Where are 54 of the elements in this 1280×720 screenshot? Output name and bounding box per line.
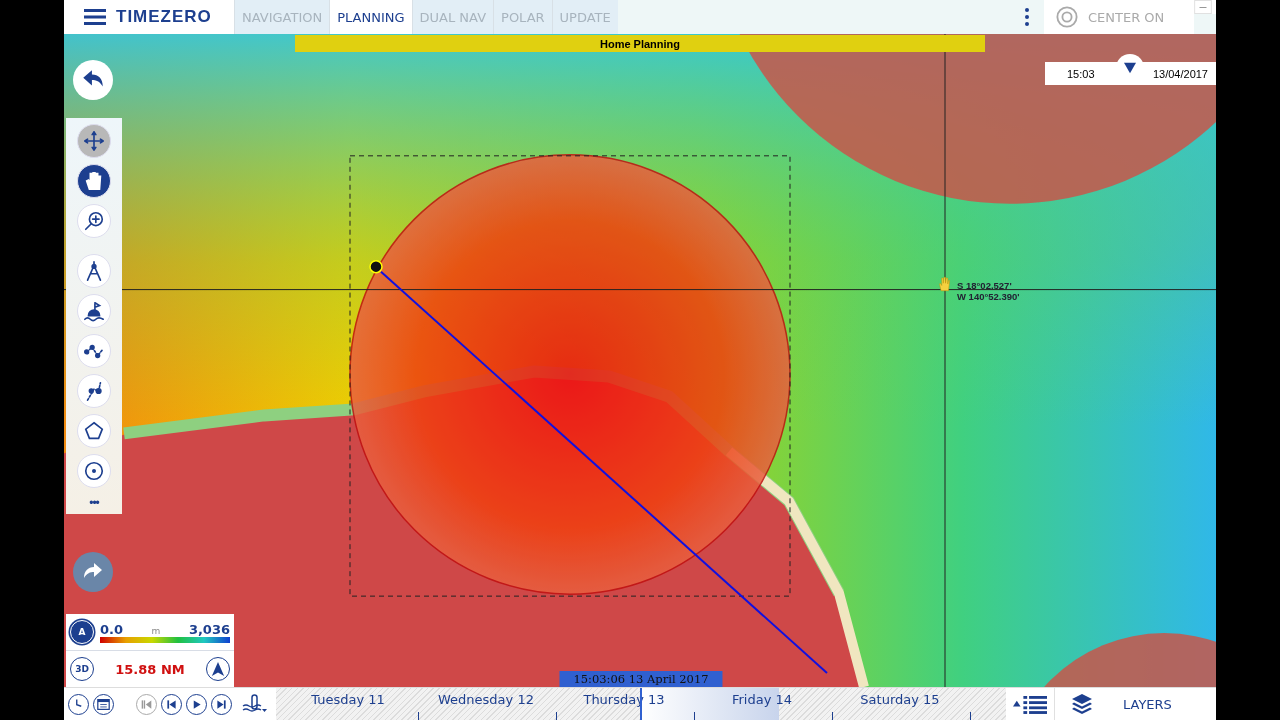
north-up-button[interactable] [206,657,230,681]
tool-button[interactable] [77,124,111,158]
tool-button[interactable] [77,334,111,368]
longitude-text: W 140°52.390' [957,291,1020,302]
tool-button[interactable] [77,414,111,448]
layers-icon [1071,693,1093,715]
more-tools-button[interactable]: ••• [89,494,99,510]
hand-cursor-icon [938,276,950,292]
tool-button[interactable] [77,374,111,408]
clock-button[interactable] [68,693,89,715]
next-icon [216,698,227,710]
3d-button[interactable]: 3D [70,657,94,681]
time-text: 15:03 [1067,67,1095,80]
min-depth-text: 0.0 [100,621,124,637]
tool-button[interactable] [77,254,111,288]
north-arrow-icon [211,661,225,677]
date-text: 13/04/2017 [1152,67,1208,80]
calendar-button[interactable] [93,693,114,715]
tide-icon[interactable] [242,694,268,714]
tool-button[interactable] [77,294,111,328]
tool-button[interactable] [77,164,111,198]
tool-button[interactable] [77,204,111,238]
day-label: Friday 14 [730,692,794,707]
polygon-icon [83,420,105,442]
day-label: Tuesday 11 [310,692,386,707]
play-icon [191,698,202,710]
triangle-down-icon [1123,62,1137,74]
auto-scale-button[interactable]: A [70,620,94,644]
day-label: Saturday 15 [859,692,941,707]
play-button[interactable] [186,693,207,715]
tool-button[interactable] [77,454,111,488]
range-text: 15.88 NM [115,661,185,677]
mode-tab[interactable]: PLANNING [329,0,412,34]
more-options-icon[interactable] [1024,7,1030,27]
max-depth-text: 3,036 [188,621,230,637]
calendar-icon [97,697,110,711]
skip-start-icon [141,698,152,710]
day-label: Wednesday 12 [437,692,535,707]
current-time-label: 15:03:06 13 April 2017 [559,671,723,687]
previous-icon [166,698,177,710]
buoy-icon [83,300,105,322]
menu-icon[interactable] [84,9,106,25]
unit-text: m [151,625,161,636]
target-icon [1056,6,1078,28]
plan-title-bar: Home Planning [295,35,985,52]
previous-button[interactable] [161,693,182,715]
waypoint[interactable] [369,259,383,274]
circle-icon [83,460,105,482]
app-logo: TIMEZERO [116,7,212,27]
list-icon [1013,694,1047,714]
zoom-in-icon [83,210,105,232]
next-button[interactable] [211,693,232,715]
latitude-text: S 18°02.527' [957,280,1013,291]
move-arrows-icon [83,130,105,152]
